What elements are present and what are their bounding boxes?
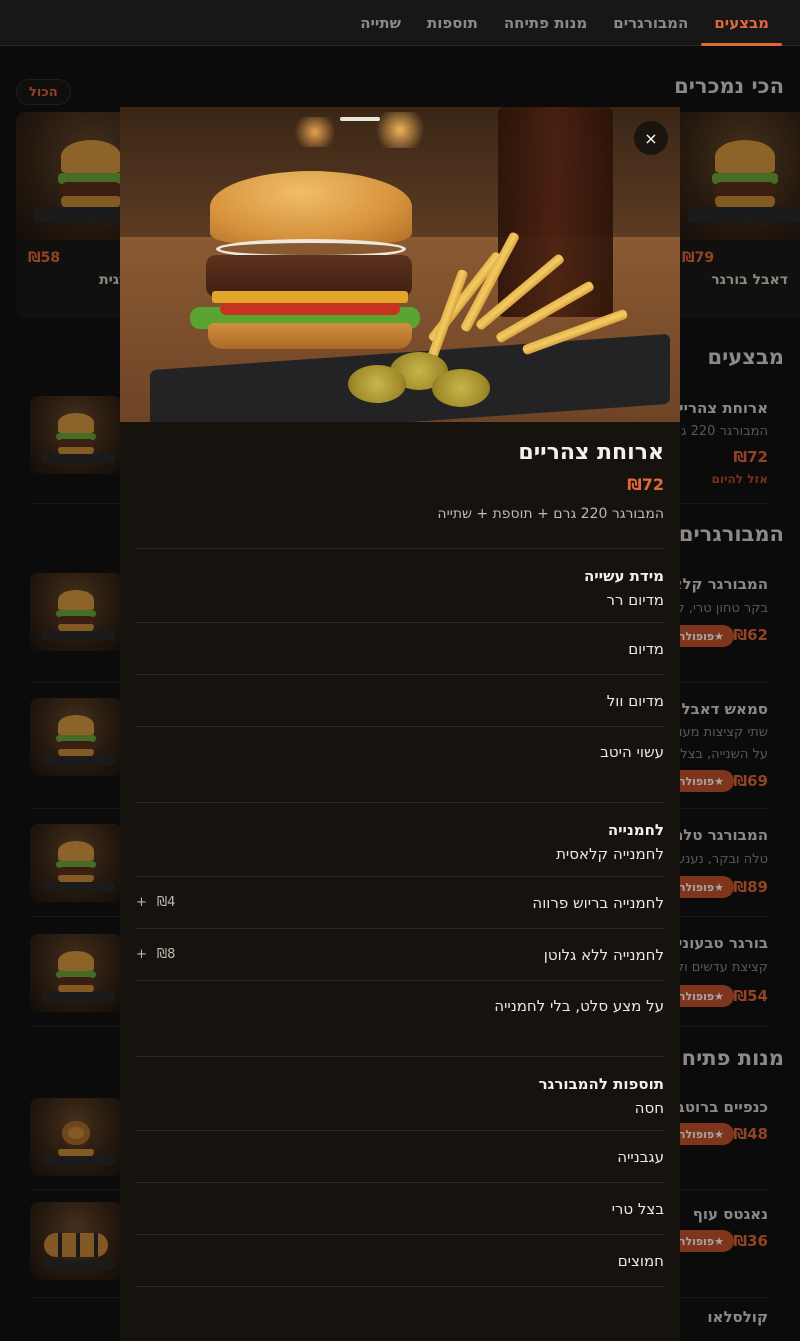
item-title: ארוחת צהריים [518, 440, 664, 465]
add-icon: + [136, 895, 147, 910]
option-group-doneness: מידת עשייה מדיום רר מדיום מדיום וול עשוי… [136, 549, 664, 803]
option-label: לחמנייה קלאסית [556, 845, 664, 863]
option-label: מדיום רר [606, 591, 664, 609]
tab-sides[interactable]: תוספות [414, 0, 491, 46]
group-title: לחמנייה [607, 821, 664, 839]
option-label: עגבנייה [617, 1147, 664, 1166]
deal-image [30, 396, 122, 474]
item-price: ₪54 [733, 987, 768, 1005]
item-title[interactable]: המבורגר טלה [673, 826, 768, 844]
item-title[interactable]: סמאש דאבל [681, 700, 768, 718]
group-title: מידת עשייה [583, 567, 664, 585]
option-label: מדיום וול [606, 691, 664, 710]
option-label: לחמנייה בריוש פרווה [532, 893, 664, 912]
option-label: על מצע סלט, בלי לחמנייה [494, 997, 664, 1015]
nuggets-image [30, 1202, 122, 1280]
extra-price: ₪8 [156, 947, 176, 962]
item-price: ₪69 [733, 772, 768, 790]
option-extra: + ₪4 [136, 895, 175, 910]
starters-section-title: מנות פתיחה [667, 1046, 784, 1070]
item-price: ₪89 [733, 878, 768, 896]
option-group-toppings: תוספות להמבורגר חסה עגבנייה בצל טרי חמוצ… [136, 1057, 664, 1287]
deals-section-title: מבצעים [707, 345, 784, 369]
option-row[interactable]: בצל טרי [136, 1183, 664, 1235]
item-title[interactable]: כנפיים ברוטב [676, 1098, 768, 1116]
option-label: לחמנייה ללא גלוטן [543, 945, 664, 964]
item-description: המבורגר 220 גרם + תוספת + שתייה [437, 506, 664, 522]
option-label: בצל טרי [611, 1199, 664, 1218]
bestseller-price: ₪79 [682, 250, 715, 266]
category-nav: מבצעים המבורגרים מנות פתיחה תוספות שתייה [0, 0, 800, 46]
option-row[interactable]: חסה [136, 1093, 664, 1131]
close-icon[interactable]: × [634, 121, 668, 155]
option-label: חמוצים [617, 1251, 664, 1270]
item-desc-line2: על השנייה, בצל [680, 747, 768, 762]
tab-drinks[interactable]: שתייה [347, 0, 414, 46]
burgers-section-title: המבורגרים [678, 522, 784, 546]
option-row[interactable]: לחמנייה ללא גלוטן + ₪8 [136, 929, 664, 981]
soda-glass [498, 107, 613, 317]
deal-desc: המבורגר 220 גרם [665, 424, 768, 439]
burger-image [30, 698, 122, 776]
meal-photo: × [120, 107, 680, 422]
tab-burgers[interactable]: המבורגרים [600, 0, 701, 46]
burger-image [30, 824, 122, 902]
item-detail-sheet: × ארוחת צהריים ₪72 המבורגר 220 גרם + תוס… [120, 107, 680, 1341]
option-label: עשוי היטב [600, 743, 664, 761]
bestseller-card[interactable]: ₪79 דאבל בורגר [670, 112, 800, 318]
option-label: מדיום [628, 639, 664, 658]
extra-price: ₪4 [156, 895, 176, 910]
option-label: חסה [634, 1099, 664, 1117]
item-price: ₪48 [733, 1125, 768, 1143]
bestsellers-title: הכי נמכרים [674, 74, 784, 98]
option-row[interactable]: על מצע סלט, בלי לחמנייה [136, 981, 664, 1057]
option-row[interactable]: לחמנייה בריוש פרווה + ₪4 [136, 877, 664, 929]
item-title[interactable]: בורגר טבעוני [678, 934, 768, 952]
burger-image [30, 934, 122, 1012]
tab-starters[interactable]: מנות פתיחה [491, 0, 600, 46]
item-title[interactable]: נאגטס עוף [693, 1205, 768, 1223]
option-row[interactable]: עשוי היטב [136, 727, 664, 803]
option-row[interactable]: מדיום [136, 623, 664, 675]
item-price: ₪72 [627, 475, 664, 494]
item-desc: טלה ובקר, נענע [676, 852, 768, 867]
bestseller-price: ₪58 [28, 250, 61, 266]
item-price: ₪36 [733, 1232, 768, 1250]
soldout-label: אזל להיום [711, 472, 769, 486]
burger-image [30, 573, 122, 651]
add-icon: + [136, 947, 147, 962]
option-row[interactable]: מדיום רר [136, 585, 664, 623]
option-row[interactable]: עגבנייה [136, 1131, 664, 1183]
drag-handle[interactable] [340, 117, 380, 121]
group-title: תוספות להמבורגר [538, 1075, 664, 1093]
option-row[interactable]: לחמנייה קלאסית [136, 839, 664, 877]
burger-image [670, 112, 800, 240]
tab-deals[interactable]: מבצעים [701, 0, 782, 46]
see-all-button[interactable]: הכול [16, 79, 71, 105]
option-extra: + ₪8 [136, 947, 175, 962]
item-title[interactable]: קולסלאו [707, 1308, 768, 1326]
onion-rings-image [30, 1098, 122, 1176]
option-row[interactable]: חמוצים [136, 1235, 664, 1287]
deal-price: ₪72 [733, 448, 768, 466]
option-row[interactable]: מדיום וול [136, 675, 664, 727]
bestseller-name: דאבל בורגר [711, 272, 788, 288]
option-group-bun: לחמנייה לחמנייה קלאסית לחמנייה בריוש פרו… [136, 803, 664, 1057]
item-price: ₪62 [733, 626, 768, 644]
deal-title[interactable]: ארוחת צהריים [669, 399, 768, 417]
